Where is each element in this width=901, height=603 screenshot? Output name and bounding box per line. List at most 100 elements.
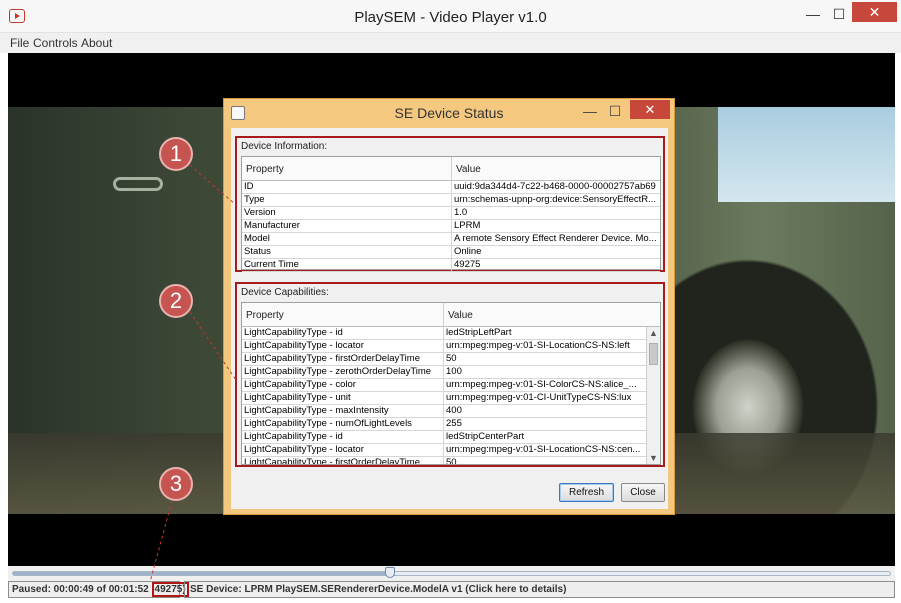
dialog-close-button[interactable]: ✕ (630, 100, 670, 119)
value-cell: ledStripLeftPart (446, 327, 512, 338)
value-cell: 1.0 (454, 207, 468, 218)
table-row[interactable]: LightCapabilityType - locator urn:mpeg:mp… (242, 444, 648, 457)
device-capabilities-table[interactable]: Property Value LightCapabilityType - id l… (241, 302, 661, 465)
property-cell: LightCapabilityType - zerothOrderDelayTi… (242, 366, 444, 379)
value-cell: LPRM (454, 220, 481, 231)
column-header-value[interactable]: Value (452, 157, 662, 181)
close-dialog-button[interactable]: Close (621, 483, 665, 502)
dialog-maximize-button[interactable]: ☐ (604, 101, 626, 121)
table-row[interactable]: Type urn:schemas-upnp-org:device:SensoryE… (242, 194, 660, 207)
property-cell: LightCapabilityType - locator (242, 444, 444, 457)
seek-thumb[interactable] (385, 567, 396, 578)
property-cell: Current Time (242, 259, 452, 272)
value-cell: urn:mpeg:mpeg-v:01-SI-LocationCS-NS:left (446, 340, 630, 351)
seek-track[interactable] (12, 567, 891, 578)
device-status-link[interactable]: SE Device: LPRM PlaySEM.SERendererDevice… (184, 581, 895, 598)
scroll-down-arrow-icon[interactable]: ▼ (647, 452, 660, 464)
property-cell: Status (242, 246, 452, 259)
value-cell: uuid:9da344d4-7c22-b468-0000-00002757ab6… (454, 181, 656, 192)
property-cell: LightCapabilityType - unit (242, 392, 444, 405)
status-bar: Paused: 00:00:49 of 00:01:52 49275) SE D… (8, 581, 895, 598)
car-door-handle (113, 177, 163, 191)
column-header-property[interactable]: Property (242, 157, 452, 181)
property-cell: LightCapabilityType - locator (242, 340, 444, 353)
table-row[interactable]: LightCapabilityType - zerothOrderDelayTi… (242, 366, 648, 379)
value-cell: urn:mpeg:mpeg-v:01-CI-UnitTypeCS-NS:lux (446, 392, 632, 403)
value-cell: A remote Sensory Effect Renderer Device.… (454, 233, 657, 244)
dialog-body: Device Information: Property Value ID uui… (231, 128, 668, 509)
menu-file[interactable]: File (10, 36, 29, 50)
property-cell: LightCapabilityType - maxIntensity (242, 405, 444, 418)
property-cell: Version (242, 207, 452, 220)
table-row[interactable]: Manufacturer LPRM (242, 220, 660, 233)
se-device-status-dialog: SE Device Status — ☐ ✕ Device Informatio… (223, 98, 675, 515)
table-row[interactable]: LightCapabilityType - unit urn:mpeg:mpeg-… (242, 392, 648, 405)
device-capabilities-label: Device Capabilities: (241, 287, 329, 298)
callout-3: 3 (159, 467, 193, 501)
table-row[interactable]: LightCapabilityType - color urn:mpeg:mpeg… (242, 379, 648, 392)
current-time-value: 49275 (154, 584, 183, 595)
table-row[interactable]: LightCapabilityType - numOfLightLevels 25… (242, 418, 648, 431)
value-cell: 50 (446, 457, 457, 465)
seek-progress (13, 572, 391, 575)
table-row[interactable]: Status Online (242, 246, 660, 259)
table-row[interactable]: LightCapabilityType - id ledStripCenterPa… (242, 431, 648, 444)
table-row[interactable]: LightCapabilityType - firstOrderDelayTim… (242, 457, 648, 465)
refresh-button[interactable]: Refresh (559, 483, 614, 502)
value-cell: 255 (446, 418, 462, 429)
property-cell: LightCapabilityType - firstOrderDelayTim… (242, 457, 444, 464)
menu-about[interactable]: About (81, 36, 112, 50)
value-cell: 50 (446, 353, 457, 364)
device-capabilities-panel: Device Capabilities: Property Value Ligh… (235, 282, 665, 467)
table-row[interactable]: ID uuid:9da344d4-7c22-b468-0000-00002757a… (242, 181, 660, 194)
property-cell: LightCapabilityType - id (242, 431, 444, 444)
dialog-minimize-button[interactable]: — (579, 101, 601, 121)
value-cell: 400 (446, 405, 462, 416)
table-row[interactable]: LightCapabilityType - maxIntensity 400 (242, 405, 648, 418)
property-cell: Type (242, 194, 452, 207)
table-row[interactable]: Model A remote Sensory Effect Renderer De… (242, 233, 660, 246)
playback-status: Paused: 00:00:49 of 00:01:52 49275) (8, 581, 189, 598)
window-title: PlaySEM - Video Player v1.0 (354, 9, 547, 26)
property-cell: LightCapabilityType - id (242, 327, 444, 340)
value-cell: urn:schemas-upnp-org:device:SensoryEffec… (454, 194, 657, 205)
table-header: Property Value (242, 303, 660, 327)
property-cell: Manufacturer (242, 220, 452, 233)
video-sky (718, 107, 895, 202)
maximize-button[interactable]: ☐ (824, 3, 854, 25)
device-information-table[interactable]: Property Value ID uuid:9da344d4-7c22-b468… (241, 156, 661, 272)
callout-2: 2 (159, 284, 193, 318)
column-header-property[interactable]: Property (242, 303, 444, 327)
callout-1: 1 (159, 137, 193, 171)
value-cell: 100 (446, 366, 462, 377)
table-row[interactable]: LightCapabilityType - firstOrderDelayTim… (242, 353, 648, 366)
value-cell: ledStripCenterPart (446, 431, 525, 442)
value-cell: urn:mpeg:mpeg-v:01-SI-LocationCS-NS:cen.… (446, 444, 641, 455)
table-row[interactable]: Current Time 49275 (242, 259, 660, 272)
property-cell: LightCapabilityType - color (242, 379, 444, 392)
table-header: Property Value (242, 157, 660, 181)
table-row[interactable]: LightCapabilityType - locator urn:mpeg:mp… (242, 340, 648, 353)
seek-bar[interactable] (8, 566, 895, 581)
table-row[interactable]: Version 1.0 (242, 207, 660, 220)
device-information-panel: Device Information: Property Value ID uui… (235, 136, 665, 272)
property-cell: LightCapabilityType - firstOrderDelayTim… (242, 353, 444, 366)
vertical-scrollbar[interactable]: ▲ ▼ (646, 327, 660, 464)
column-header-value[interactable]: Value (444, 303, 648, 327)
value-cell: Online (454, 246, 482, 257)
title-bar: PlaySEM - Video Player v1.0 — ☐ ✕ (0, 0, 901, 33)
table-row[interactable]: LightCapabilityType - id ledStripLeftPart (242, 327, 648, 340)
property-cell: LightCapabilityType - numOfLightLevels (242, 418, 444, 431)
value-cell: 49275 (454, 259, 481, 270)
menu-bar: File Controls About (0, 33, 901, 53)
close-button[interactable]: ✕ (852, 2, 897, 22)
property-cell: Model (242, 233, 452, 246)
dialog-title-bar: SE Device Status — ☐ ✕ (224, 99, 674, 127)
value-cell: urn:mpeg:mpeg-v:01-SI-ColorCS-NS:alice_.… (446, 379, 637, 390)
paused-time-text: Paused: 00:00:49 of 00:01:52 (12, 584, 152, 595)
property-cell: ID (242, 181, 452, 194)
scroll-up-arrow-icon[interactable]: ▲ (647, 327, 660, 340)
device-information-label: Device Information: (241, 141, 328, 152)
menu-controls[interactable]: Controls (33, 36, 78, 50)
scrollbar-thumb[interactable] (649, 343, 658, 365)
